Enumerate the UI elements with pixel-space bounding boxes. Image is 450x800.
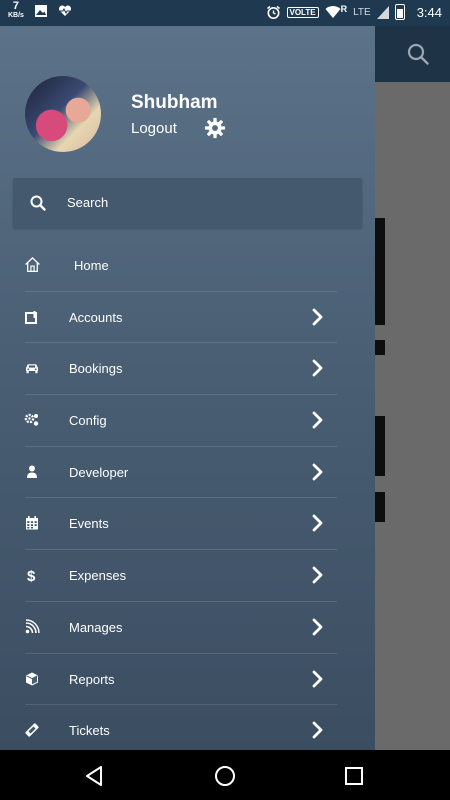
menu-item-manages[interactable]: Manages <box>0 602 375 654</box>
background-card <box>375 492 385 522</box>
menu-item-label: Tickets <box>69 723 110 739</box>
system-nav-bar <box>0 750 450 800</box>
user-name: Shubham <box>131 92 218 113</box>
signal-icon <box>376 5 389 19</box>
network-speed-value: 7 <box>12 0 20 12</box>
menu-item-tickets[interactable]: Tickets <box>0 705 375 750</box>
chevron-right-icon <box>312 721 323 739</box>
wifi-icon <box>325 6 341 19</box>
car-icon <box>26 364 38 374</box>
gear-icon[interactable] <box>204 117 226 139</box>
back-icon[interactable] <box>82 763 108 789</box>
search-icon[interactable] <box>406 42 430 66</box>
menu-item-label: Config <box>69 413 107 429</box>
search-placeholder: Search <box>67 195 109 210</box>
chevron-right-icon <box>312 463 323 481</box>
roaming-indicator: R <box>340 4 348 14</box>
cube-icon <box>26 672 38 685</box>
gears-icon <box>24 413 39 426</box>
volte-badge: VOLTE <box>286 6 319 18</box>
alarm-icon <box>266 5 280 19</box>
menu-item-expenses[interactable]: $ Expenses <box>0 550 375 602</box>
background-card <box>375 416 385 476</box>
gallery-icon <box>34 5 47 17</box>
svg-text:$: $ <box>27 568 36 583</box>
background-card <box>375 340 385 355</box>
navigation-drawer: Shubham Logout Search Home Accounts Book… <box>0 26 375 750</box>
menu-item-label: Expenses <box>69 568 127 584</box>
clock: 3:44 <box>416 4 442 20</box>
search-icon <box>30 195 46 211</box>
network-speed-unit: KB/s <box>8 12 24 19</box>
battery-icon <box>394 4 405 20</box>
menu-item-label: Developer <box>69 464 129 480</box>
person-icon <box>27 465 37 478</box>
menu-item-config[interactable]: Config <box>0 395 375 447</box>
home-button-icon[interactable] <box>212 763 238 789</box>
ticket-icon <box>25 723 39 737</box>
chevron-right-icon <box>312 359 323 377</box>
menu-item-label: Bookings <box>69 361 123 377</box>
chevron-right-icon <box>312 566 323 584</box>
calendar-icon <box>26 516 38 530</box>
background-card <box>375 218 385 325</box>
chevron-right-icon <box>312 515 323 532</box>
chevron-right-icon <box>312 618 323 636</box>
recents-icon[interactable] <box>341 763 367 789</box>
menu-item-label: Events <box>69 516 109 532</box>
menu-item-accounts[interactable]: Accounts <box>0 292 375 344</box>
menu-item-events[interactable]: Events <box>0 498 375 551</box>
dollar-icon: $ <box>27 568 36 583</box>
search-input[interactable]: Search <box>13 178 362 228</box>
menu-item-reports[interactable]: Reports <box>0 654 375 706</box>
home-icon <box>25 257 40 273</box>
menu-item-label: Home <box>74 258 109 273</box>
accounts-icon <box>25 310 37 324</box>
menu-item-label: Manages <box>69 619 123 635</box>
menu-item-label: Reports <box>69 671 115 687</box>
menu-item-developer[interactable]: Developer <box>0 447 375 499</box>
network-speed: 7 KB/s <box>8 0 24 20</box>
chevron-right-icon <box>312 411 323 429</box>
status-left: 7 KB/s <box>8 0 72 20</box>
menu-item-home[interactable]: Home <box>0 240 375 292</box>
drawer-menu: Home Accounts Bookings Config Developer <box>0 240 375 750</box>
status-bar: 7 KB/s VOLTE R LTE 3:44 <box>0 0 450 26</box>
logout-link[interactable]: Logout <box>131 120 177 137</box>
network-type: LTE <box>353 6 371 18</box>
menu-item-bookings[interactable]: Bookings <box>0 343 375 396</box>
avatar[interactable] <box>25 76 101 152</box>
rss-icon <box>25 619 40 634</box>
chevron-right-icon <box>312 308 323 326</box>
chevron-right-icon <box>312 670 323 687</box>
menu-item-label: Accounts <box>69 309 123 325</box>
status-right: VOLTE R LTE 3:44 <box>266 4 442 20</box>
heart-pulse-icon <box>58 5 71 16</box>
